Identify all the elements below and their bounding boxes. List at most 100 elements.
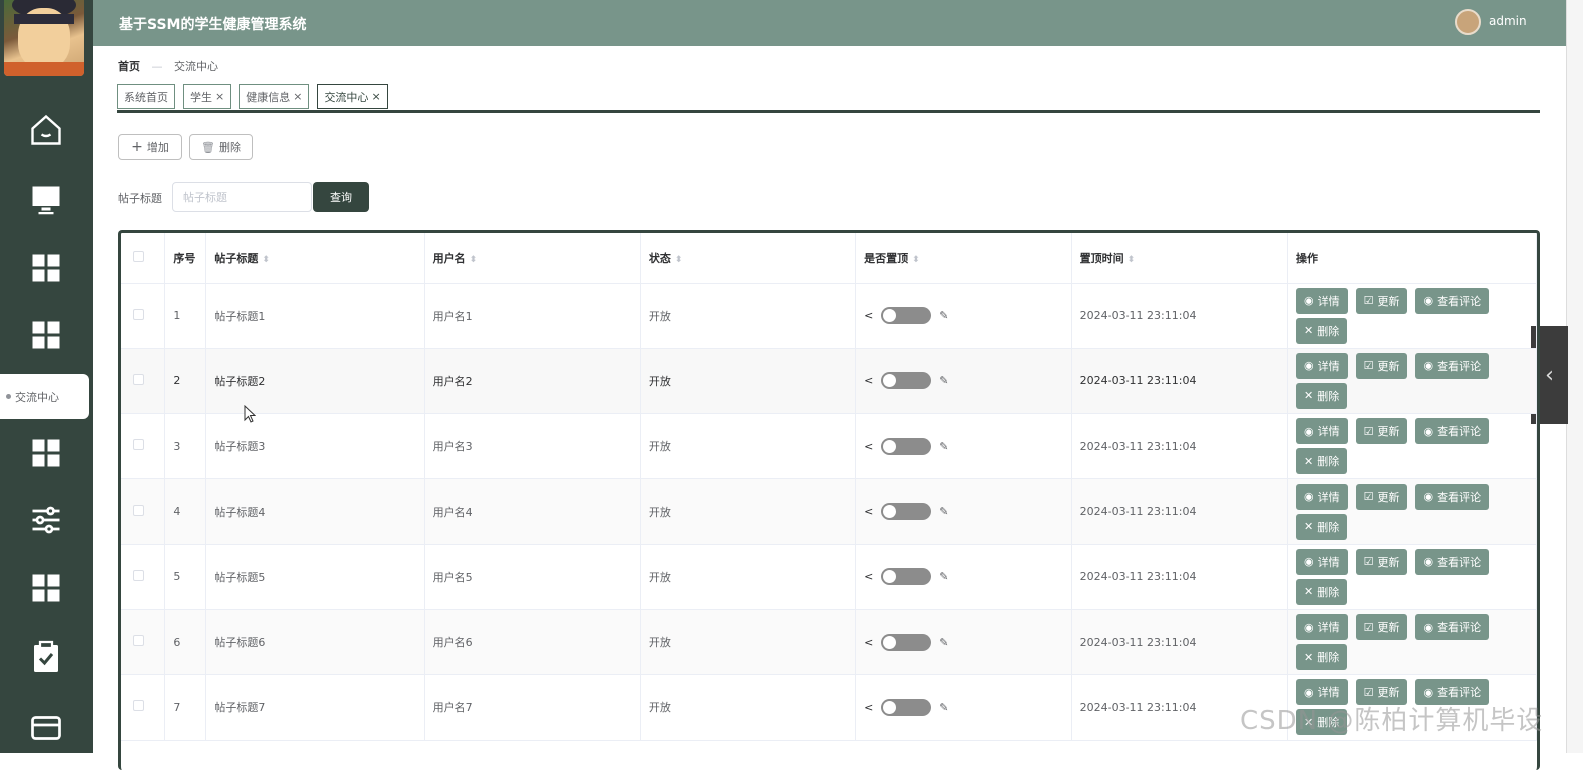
tab-health-info[interactable]: 健康信息 × [239,84,310,109]
row-checkbox[interactable] [133,373,144,385]
row-checkbox[interactable] [133,635,144,647]
view-comments-button[interactable]: ◉ 查看评论 [1415,614,1490,641]
share-icon: < [864,374,874,388]
edit-icon[interactable]: ✎ [939,374,948,387]
table-row[interactable]: 4 帖子标题4 用户名4 开放 < ✎ 2024-03-11 23:11:04 … [121,478,1537,545]
row-checkbox[interactable] [133,504,144,516]
breadcrumb-home[interactable]: 首页 [118,60,140,73]
update-button[interactable]: ☑ 更新 [1355,287,1408,314]
detail-button[interactable]: ◉ 详情 [1296,483,1348,510]
detail-button[interactable]: ◉ 详情 [1296,614,1348,641]
sort-icon[interactable]: ⬍ [262,255,270,265]
edit-icon[interactable]: ✎ [939,701,948,714]
table-row[interactable]: 2 帖子标题2 用户名2 开放 < ✎ 2024-03-11 23:11:04 … [121,348,1537,415]
close-icon[interactable]: × [371,90,380,103]
column-header-title[interactable]: 帖子标题 ⬍ [205,233,425,284]
edit-icon[interactable]: ✎ [939,440,948,453]
sidebar-item-exchange-center[interactable]: 交流中心 [0,374,89,419]
view-comments-button[interactable]: ◉ 查看评论 [1415,548,1490,575]
close-icon[interactable]: × [215,90,224,103]
row-delete-button[interactable]: ✕ 删除 [1296,317,1348,344]
column-header-username[interactable]: 用户名 ⬍ [424,233,641,284]
close-icon[interactable]: × [293,90,302,103]
view-comments-button[interactable]: ◉ 查看评论 [1415,287,1490,314]
row-delete-button[interactable]: ✕ 删除 [1296,382,1348,409]
pinned-toggle[interactable] [881,437,932,455]
cell-index: 5 [164,544,207,610]
row-delete-button[interactable]: ✕ 删除 [1296,448,1348,475]
column-header-actions: 操作 [1287,233,1537,284]
pinned-toggle[interactable] [881,307,932,325]
breadcrumb: 首页 — 交流中心 [118,58,218,74]
data-table: 序号 帖子标题 ⬍ 用户名 ⬍ 状态 ⬍ 是否置顶 ⬍ 置顶时间 ⬍ 操作 1 帖子标题1… [118,230,1540,770]
table-row[interactable]: 5 帖子标题5 用户名5 开放 < ✎ 2024-03-11 23:11:04 … [121,544,1537,610]
edit-icon[interactable]: ✎ [939,309,948,322]
user-name[interactable]: admin [1489,14,1527,28]
search-label: 帖子标题 [118,192,162,205]
clipboard-check-icon[interactable] [26,637,66,677]
grid-icon[interactable] [26,315,66,355]
update-button[interactable]: ☑ 更新 [1355,483,1408,510]
row-checkbox[interactable] [133,308,144,320]
grid-icon[interactable] [26,248,66,288]
detail-button[interactable]: ◉ 详情 [1296,287,1348,314]
search-input[interactable] [172,182,312,212]
card-icon[interactable] [26,708,66,748]
row-checkbox[interactable] [133,439,144,451]
pinned-toggle[interactable] [881,698,932,716]
table-row[interactable]: 1 帖子标题1 用户名1 开放 < ✎ 2024-03-11 23:11:04 … [121,283,1537,349]
row-checkbox[interactable] [133,700,144,712]
cell-pinned: < ✎ [855,283,1072,349]
row-delete-button[interactable]: ✕ 删除 [1296,644,1348,671]
view-comments-button[interactable]: ◉ 查看评论 [1415,483,1490,510]
tab-exchange-center[interactable]: 交流中心 × [317,84,388,109]
row-checkbox[interactable] [133,569,144,581]
grid-icon[interactable] [26,568,66,608]
column-header-pin-time[interactable]: 置顶时间 ⬍ [1071,233,1289,284]
column-header-pinned[interactable]: 是否置顶 ⬍ [855,233,1072,284]
detail-button[interactable]: ◉ 详情 [1296,352,1348,379]
row-delete-button[interactable]: ✕ 删除 [1296,578,1348,605]
update-button[interactable]: ☑ 更新 [1355,548,1408,575]
update-button[interactable]: ☑ 更新 [1355,614,1408,641]
tab-system-home[interactable]: 系统首页 [117,84,175,109]
monitor-icon[interactable] [26,180,66,220]
update-button[interactable]: ☑ 更新 [1355,352,1408,379]
edit-icon[interactable]: ✎ [939,636,948,649]
delete-button[interactable]: 🗑 删除 [189,134,253,160]
sort-icon[interactable]: ⬍ [1128,255,1136,265]
user-avatar[interactable] [1455,9,1481,35]
sort-icon[interactable]: ⬍ [470,255,478,265]
pinned-toggle[interactable] [881,372,932,390]
select-all-checkbox[interactable] [133,250,144,262]
view-comments-button[interactable]: ◉ 查看评论 [1415,352,1490,379]
sort-icon[interactable]: ⬍ [675,255,683,265]
table-row[interactable]: 6 帖子标题6 用户名6 开放 < ✎ 2024-03-11 23:11:04 … [121,609,1537,676]
edit-icon[interactable]: ✎ [939,570,948,583]
grid-icon[interactable] [26,433,66,473]
cell-status: 开放 [640,544,857,610]
table-row[interactable]: 3 帖子标题3 用户名3 开放 < ✎ 2024-03-11 23:11:04 … [121,413,1537,480]
cell-status: 开放 [640,609,857,676]
scrollbar[interactable] [1566,0,1583,753]
view-comments-button[interactable]: ◉ 查看评论 [1415,418,1490,445]
column-header-status[interactable]: 状态 ⬍ [640,233,857,284]
tab-student[interactable]: 学生 × [183,84,232,109]
close-icon: ✕ [1304,650,1314,664]
detail-button[interactable]: ◉ 详情 [1296,418,1348,445]
tab-underline [117,110,1540,113]
edit-icon[interactable]: ✎ [939,505,948,518]
eye-icon: ◉ [1304,490,1314,504]
search-button[interactable]: 查询 [313,182,369,212]
sliders-icon[interactable] [26,500,66,540]
row-delete-button[interactable]: ✕ 删除 [1296,513,1348,540]
home-icon[interactable] [26,110,66,150]
cell-actions: ◉ 详情 ☑ 更新 ◉ 查看评论 ✕ 删除 [1287,283,1537,349]
update-button[interactable]: ☑ 更新 [1355,418,1408,445]
pinned-toggle[interactable] [881,633,932,651]
detail-button[interactable]: ◉ 详情 [1296,548,1348,575]
sort-icon[interactable]: ⬍ [912,255,920,265]
pinned-toggle[interactable] [881,568,932,586]
pinned-toggle[interactable] [881,503,932,521]
add-button[interactable]: + 增加 [118,134,182,160]
